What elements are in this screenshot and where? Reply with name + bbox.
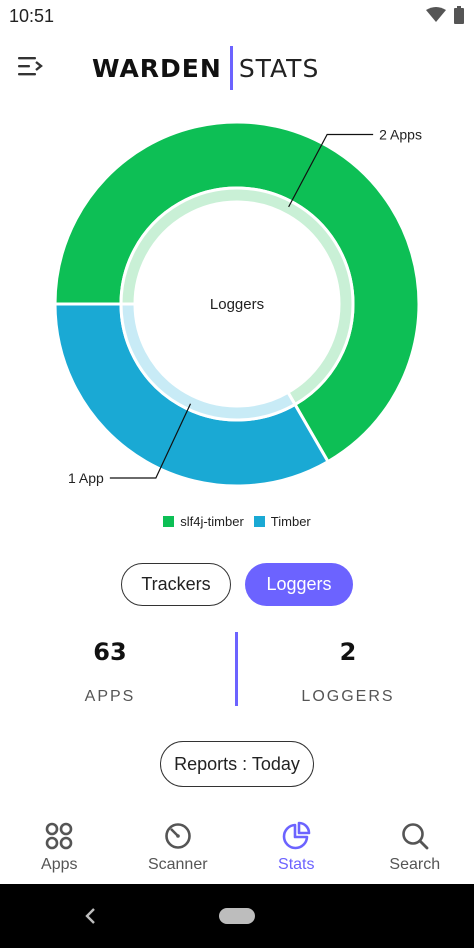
nav-item-scanner[interactable]: Scanner [119,812,238,884]
search-icon [401,823,429,850]
apps-grid-icon [45,822,73,850]
trackers-toggle-button[interactable]: Trackers [121,563,231,606]
apps-label: APPS [84,688,136,705]
chart-legend: slf4j-timber Timber [0,514,474,529]
nav-item-search[interactable]: Search [356,812,474,884]
system-navigation-bar [0,884,474,948]
legend-item-timber: Timber [253,514,311,529]
nav-label-apps: Apps [41,856,78,873]
nav-item-stats[interactable]: Stats [237,812,356,884]
bottom-navigation: Apps Scanner Stats Search [0,812,474,884]
loggers-stat: 2 LOGGERS [238,630,458,706]
pie-chart-icon [282,821,311,850]
stats-summary: 63 APPS 2 LOGGERS [0,630,474,708]
logo-wordmark-bold: WARDEN [92,53,222,83]
menu-collapse-icon [18,57,43,76]
legend-swatch-slf4j-timber [163,516,175,527]
legend-item-slf4j-timber: slf4j-timber [163,514,244,529]
reports-today-button[interactable]: Reports : Today [160,741,314,787]
apps-count: 63 [93,638,127,666]
app-header: WARDEN STATS [0,34,474,104]
scanner-icon [164,823,191,849]
back-icon[interactable] [82,906,98,926]
status-time: 10:51 [9,6,55,26]
battery-icon [454,6,464,24]
apps-stat: 63 APPS [0,630,220,706]
loggers-count: 2 [339,638,357,666]
slice-label-slf4j-timber: 2 Apps [379,126,422,142]
nav-label-stats: Stats [278,856,315,873]
nav-label-search: Search [389,856,441,873]
logo-wordmark-light: STATS [238,53,320,83]
status-bar: 10:51 [0,0,474,34]
menu-button[interactable] [16,54,48,82]
loggers-toggle-button[interactable]: Loggers [245,563,353,606]
legend-swatch-timber [253,516,265,527]
app-logo: WARDEN STATS [92,46,319,90]
legend-label-slf4j-timber: slf4j-timber [180,514,244,529]
status-icons [426,6,464,24]
donut-center-label: Loggers [210,296,264,313]
loggers-donut-chart: 2 Apps 1 App Loggers [0,110,474,510]
logo-divider [229,46,233,90]
slice-label-timber: 1 App [68,470,104,486]
donut-chart-svg: 2 Apps 1 App Loggers [53,120,422,488]
home-pill-icon[interactable] [219,908,255,924]
chart-type-toggle: Trackers Loggers [0,563,474,606]
loggers-label: LOGGERS [301,688,395,705]
nav-item-apps[interactable]: Apps [0,812,119,884]
legend-label-timber: Timber [270,514,311,529]
wifi-icon [426,7,446,22]
nav-label-scanner: Scanner [147,856,208,873]
